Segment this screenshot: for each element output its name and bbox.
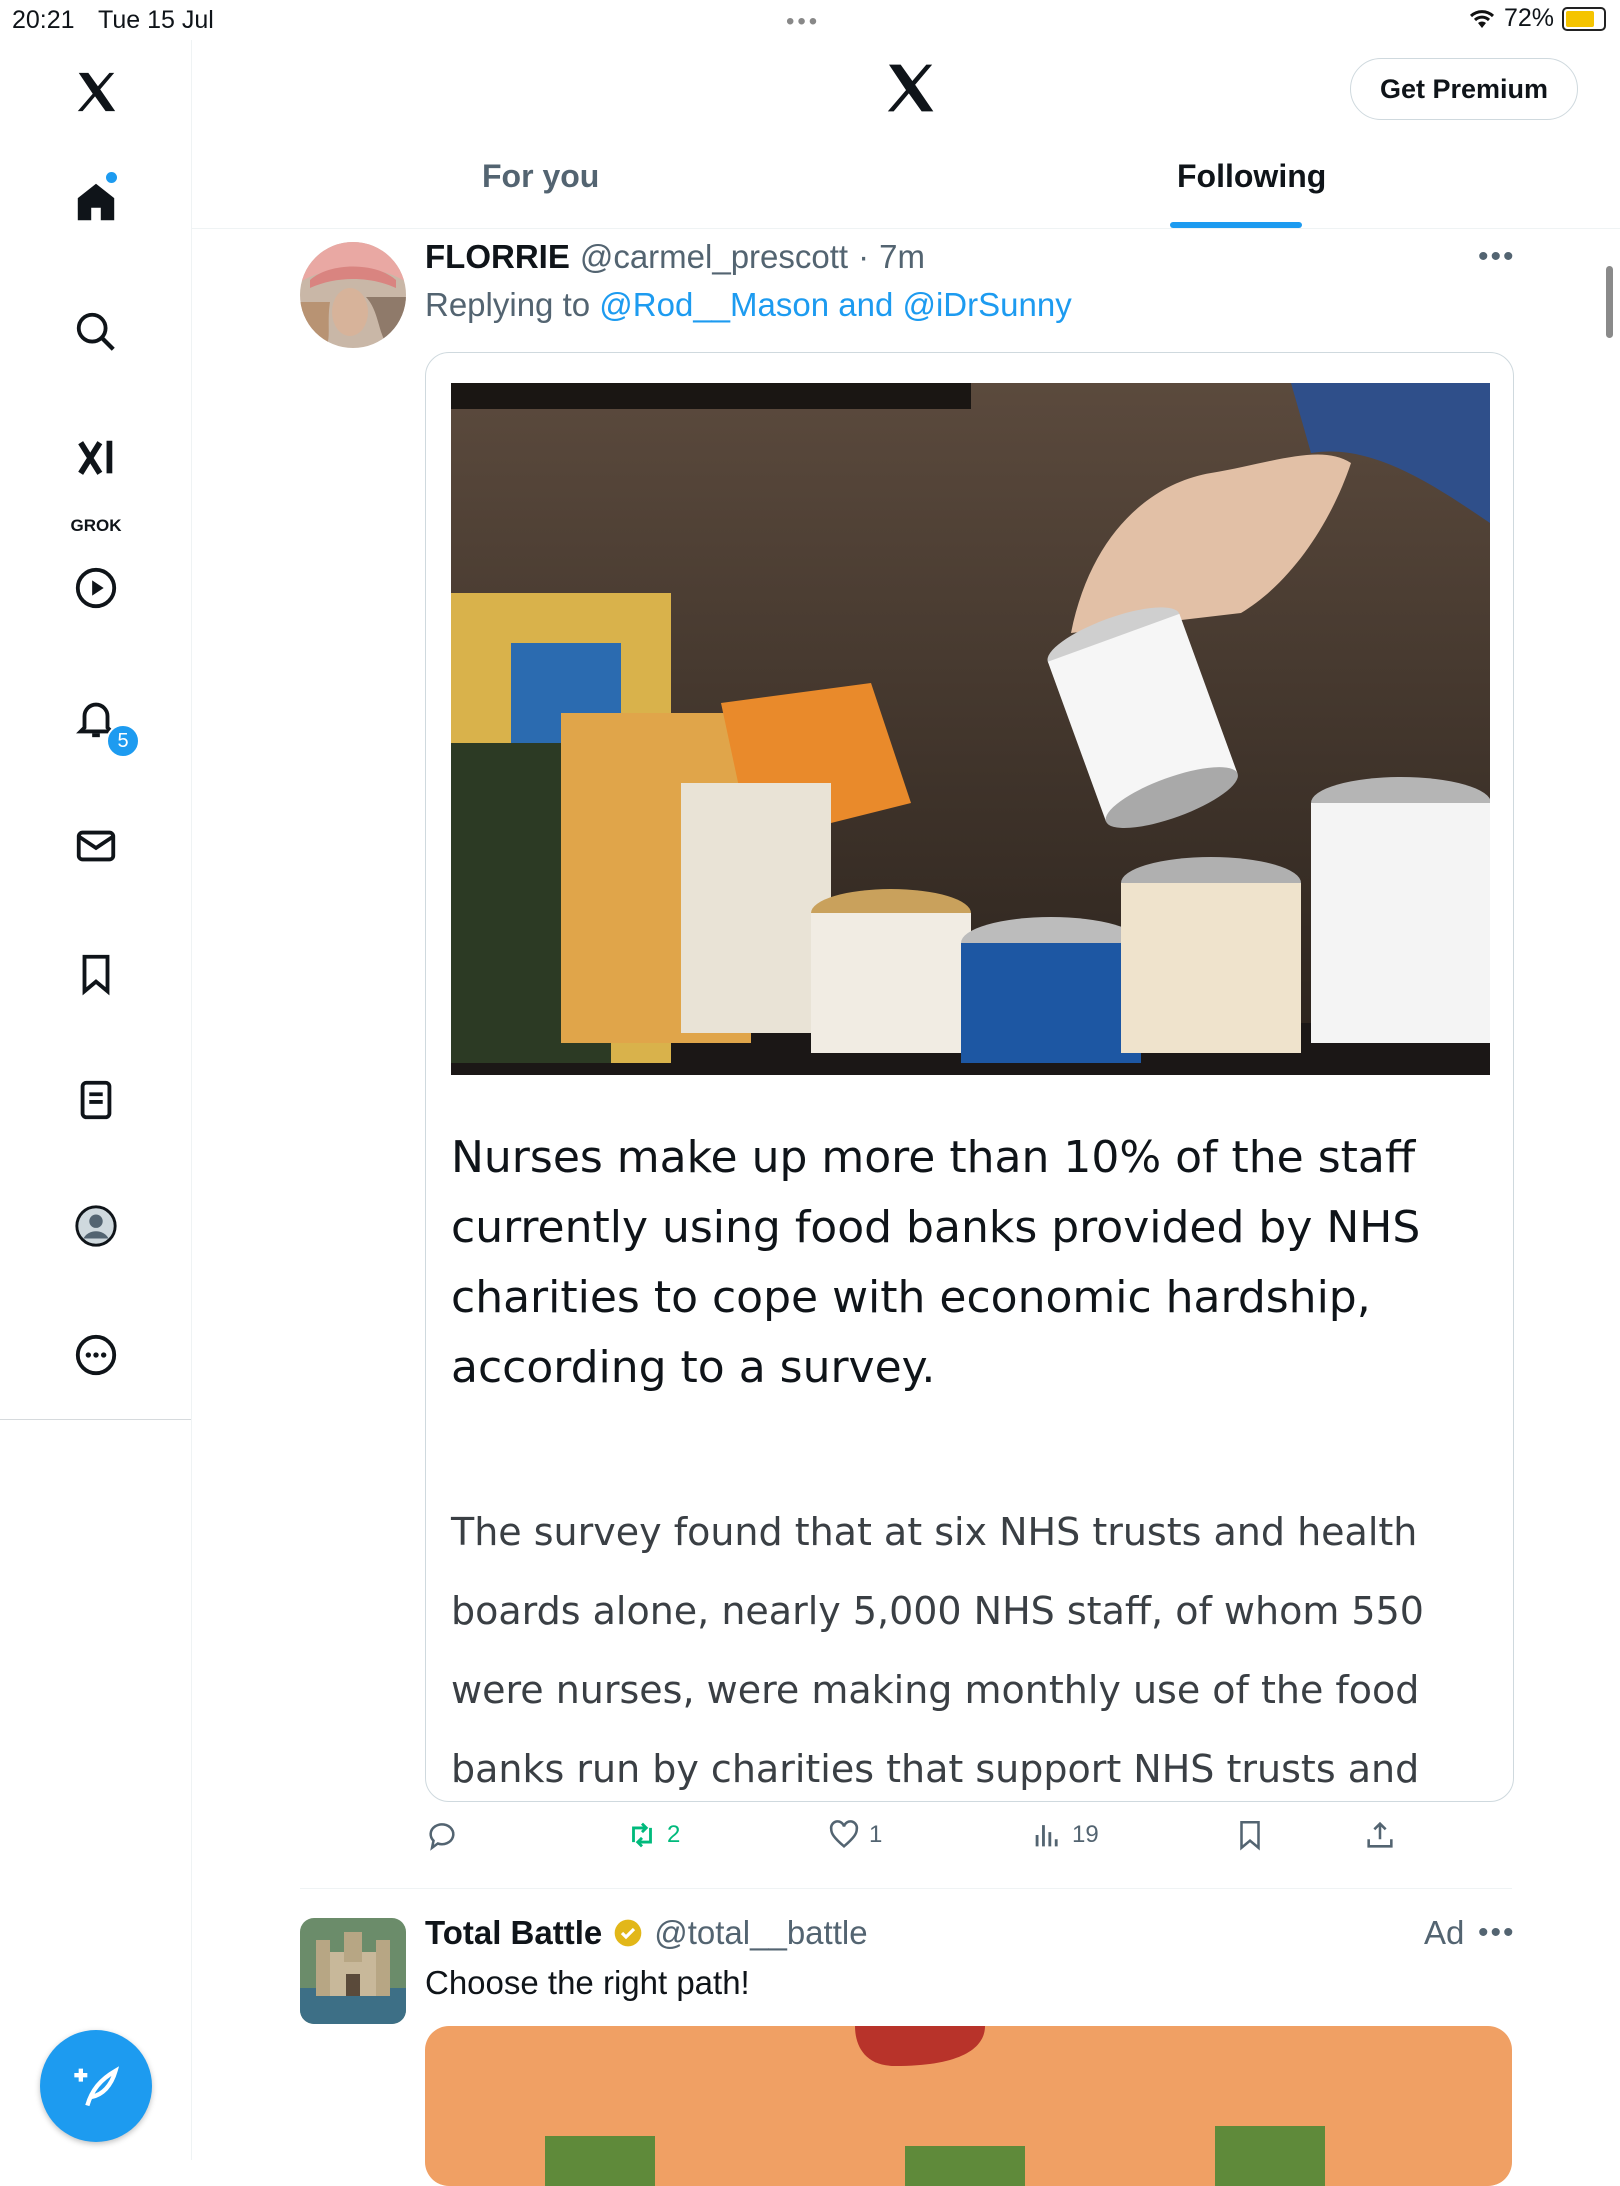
tweet-dot-separator: ·	[858, 238, 870, 275]
compose-feather-icon	[74, 2066, 120, 2107]
tweet-actions: 2 1 19	[425, 1818, 1425, 1862]
share-icon	[1367, 1821, 1393, 1848]
like-count: 1	[869, 1821, 883, 1848]
tweet-timestamp[interactable]: 7m	[879, 238, 925, 276]
avatar[interactable]	[300, 1918, 406, 2024]
mail-icon[interactable]	[66, 816, 126, 876]
bookmark-button[interactable]	[1233, 1818, 1267, 1852]
card-body: The survey found that at six NHS trusts …	[451, 1510, 1424, 1791]
like-button[interactable]: 1	[827, 1818, 882, 1852]
status-right: 72%	[1468, 4, 1606, 33]
share-button[interactable]	[1363, 1818, 1397, 1852]
profile-icon[interactable]	[66, 1196, 126, 1256]
grok-icon[interactable]	[66, 428, 126, 488]
battery-percent: 72%	[1503, 4, 1554, 32]
link-card[interactable]: Nurses make up more than 10% of the staf…	[425, 352, 1514, 1802]
grok-label: GROK	[70, 516, 122, 535]
get-premium-button[interactable]: Get Premium	[1350, 58, 1578, 120]
views-chart-icon	[1035, 1825, 1058, 1847]
x-logo-icon[interactable]	[882, 60, 938, 116]
sidebar-divider	[0, 1419, 191, 1420]
compose-button[interactable]	[40, 2030, 152, 2142]
status-bar: 20:21 Tue 15 Jul ••• 72%	[0, 0, 1620, 40]
tweet-author-handle[interactable]: @carmel_prescott	[580, 238, 848, 276]
more-options-icon[interactable]: •••	[1478, 240, 1516, 274]
active-tab-indicator	[1170, 222, 1302, 228]
views-count: 19	[1072, 1821, 1099, 1848]
home-icon[interactable]	[66, 172, 126, 232]
multitasking-dots-icon[interactable]: •••	[786, 8, 820, 36]
tweet-header: Total Battle @total__battle	[425, 1914, 868, 1952]
retweet-icon	[632, 1822, 652, 1848]
tweet-author-name[interactable]: Total Battle	[425, 1914, 602, 1952]
scrollbar[interactable]	[1606, 266, 1613, 338]
tab-for-you[interactable]: For you	[482, 158, 599, 195]
search-icon[interactable]	[66, 302, 126, 362]
replying-prefix: Replying to	[425, 286, 591, 323]
video-play-icon[interactable]	[66, 558, 126, 618]
heart-icon	[829, 1820, 859, 1849]
tweet-header: FLORRIE @carmel_prescott · 7m	[425, 238, 925, 276]
tweet-divider	[300, 1888, 1512, 1889]
replying-to: Replying to @Rod__Mason and @iDrSunny	[425, 286, 1072, 324]
reply-button[interactable]	[425, 1818, 467, 1852]
views-button[interactable]: 19	[1030, 1818, 1099, 1852]
reply-icon	[429, 1823, 455, 1851]
verified-badge-icon	[614, 1919, 642, 1947]
tweet-author-handle[interactable]: @total__battle	[654, 1914, 867, 1952]
tab-following[interactable]: Following	[1177, 158, 1326, 195]
food-bank-photo	[451, 383, 1491, 1075]
status-date: Tue 15 Jul	[98, 6, 214, 34]
bookmark-icon[interactable]	[66, 944, 126, 1004]
replying-to-links[interactable]: @Rod__Mason and @iDrSunny	[599, 286, 1071, 323]
tweet-author-name[interactable]: FLORRIE	[425, 238, 570, 276]
notification-badge: 5	[106, 724, 140, 758]
more-icon[interactable]	[66, 1325, 126, 1385]
list-icon[interactable]	[66, 1070, 126, 1130]
more-options-icon[interactable]: •••	[1478, 1916, 1516, 1950]
tweet-text: Choose the right path!	[425, 1964, 750, 2001]
wifi-icon	[1469, 9, 1494, 28]
ad-media[interactable]	[425, 2026, 1512, 2186]
x-logo-icon[interactable]	[66, 62, 126, 122]
retweet-button[interactable]: 2	[625, 1818, 680, 1852]
ad-label: Ad	[1424, 1914, 1465, 1951]
battery-icon	[1562, 6, 1606, 31]
sidebar: GROK 5	[0, 40, 192, 2160]
status-time: 20:21	[12, 6, 75, 34]
header: Get Premium For you Following	[192, 40, 1620, 229]
bookmark-icon	[1240, 1820, 1260, 1851]
card-headline: Nurses make up more than 10% of the staf…	[451, 1132, 1421, 1393]
retweet-count: 2	[667, 1821, 681, 1848]
home-unread-dot	[106, 172, 117, 183]
avatar[interactable]	[300, 242, 406, 348]
